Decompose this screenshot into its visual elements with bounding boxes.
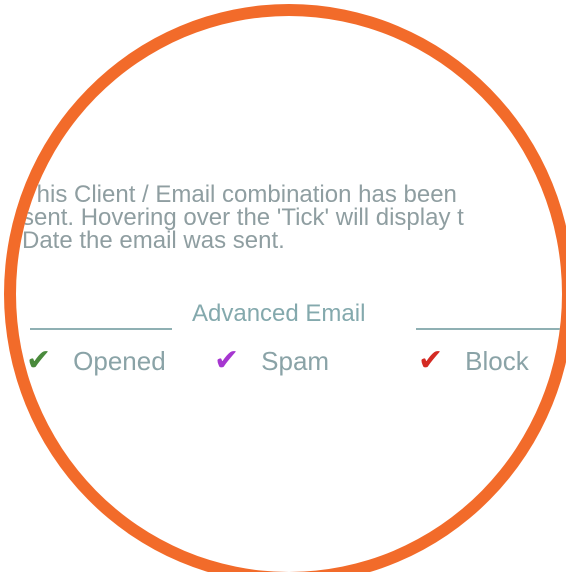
legend-item-spam: ✔ Spam: [214, 344, 329, 378]
divider-left: [30, 328, 172, 330]
circle-content: This Client / Email combination has been…: [16, 16, 562, 572]
check-mark-icon: ✔: [418, 344, 444, 377]
legend-item-block: ✔ Block: [418, 344, 529, 378]
divider-right: [416, 328, 562, 330]
legend-label-spam: Spam: [261, 345, 330, 376]
description-text: This Client / Email combination has been…: [22, 181, 464, 254]
section-title: Advanced Email: [192, 300, 366, 327]
magnifier-circle: This Client / Email combination has been…: [4, 4, 566, 572]
legend-label-opened: Opened: [73, 345, 166, 376]
legend-item-opened: ✔ Opened: [26, 344, 166, 378]
check-mark-icon: ✔: [26, 344, 52, 377]
check-mark-icon: ✔: [214, 344, 240, 377]
legend-label-block: Block: [465, 345, 529, 376]
zoom-view: This Client / Email combination has been…: [0, 0, 566, 572]
